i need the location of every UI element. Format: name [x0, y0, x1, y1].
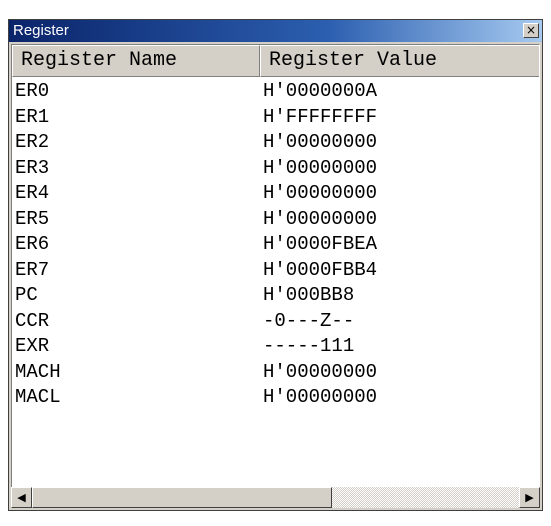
scroll-right-arrow-icon: ▶: [525, 491, 534, 504]
register-value: H'00000000: [263, 386, 378, 408]
register-row[interactable]: EXR -----111: [12, 334, 539, 360]
register-row[interactable]: ER0 H'0000000A: [12, 79, 539, 105]
scroll-left-arrow-icon: ◀: [17, 491, 26, 504]
register-value: -----111: [263, 335, 355, 357]
register-value: H'0000000A: [263, 80, 378, 102]
scroll-left-button[interactable]: ◀: [11, 487, 32, 508]
register-value: H'00000000: [263, 156, 378, 179]
close-icon: ×: [525, 23, 537, 37]
list-header: Register Name Register Value: [12, 45, 539, 77]
register-value: H'00000000: [263, 207, 378, 230]
register-name: ER7: [15, 258, 50, 281]
column-header-register-name[interactable]: Register Name: [12, 45, 260, 77]
register-name: ER3: [15, 156, 50, 179]
register-name: ER0: [15, 80, 50, 102]
column-header-register-value[interactable]: Register Value: [260, 45, 539, 77]
register-value: H'0000FBEA: [263, 233, 378, 255]
register-name: MACL: [15, 386, 61, 408]
register-name: ER5: [15, 207, 50, 230]
register-row[interactable]: ER7 H'0000FBB4: [12, 258, 539, 284]
register-row[interactable]: CCR -0---Z--: [12, 309, 539, 335]
register-value: -0---Z--: [263, 309, 355, 332]
register-row[interactable]: ER5 H'00000000: [12, 207, 539, 233]
register-row[interactable]: ER1 H'FFFFFFFF: [12, 105, 539, 131]
register-row[interactable]: ER3 H'00000000: [12, 156, 539, 182]
register-row[interactable]: PC H'000BB8: [12, 283, 539, 309]
register-value: H'00000000: [263, 131, 378, 153]
window-title: Register: [13, 22, 69, 39]
register-row[interactable]: ER4 H'00000000: [12, 181, 539, 207]
register-name: EXR: [15, 335, 50, 357]
register-name: MACH: [15, 360, 61, 383]
register-row[interactable]: ER2 H'00000000: [12, 130, 539, 156]
scroll-right-button[interactable]: ▶: [519, 487, 540, 508]
register-value: H'000BB8: [263, 284, 355, 306]
register-name: ER1: [15, 105, 50, 128]
register-list[interactable]: Register Name Register Value ER0 H'000000…: [11, 44, 540, 488]
scrollbar-thumb[interactable]: [32, 487, 332, 508]
register-row[interactable]: MACL H'00000000: [12, 385, 539, 411]
close-button[interactable]: ×: [523, 23, 539, 38]
register-row[interactable]: MACH H'00000000: [12, 360, 539, 386]
title-bar[interactable]: Register ×: [9, 20, 542, 42]
horizontal-scrollbar[interactable]: ◀ ▶: [11, 487, 540, 508]
register-rows: ER0 H'0000000A ER1 H'FFFFFFFF ER2 H'00000000 E…: [12, 79, 539, 411]
register-value: H'0000FBB4: [263, 258, 378, 281]
register-name: ER4: [15, 182, 50, 204]
register-value: H'00000000: [263, 182, 378, 204]
register-name: ER2: [15, 131, 50, 153]
register-value: H'FFFFFFFF: [263, 105, 378, 128]
register-row[interactable]: ER6 H'0000FBEA: [12, 232, 539, 258]
register-name: ER6: [15, 233, 50, 255]
register-name: PC: [15, 284, 38, 306]
register-name: CCR: [15, 309, 50, 332]
register-value: H'00000000: [263, 360, 378, 383]
register-window: Register × Register Name Register Value …: [8, 19, 543, 511]
